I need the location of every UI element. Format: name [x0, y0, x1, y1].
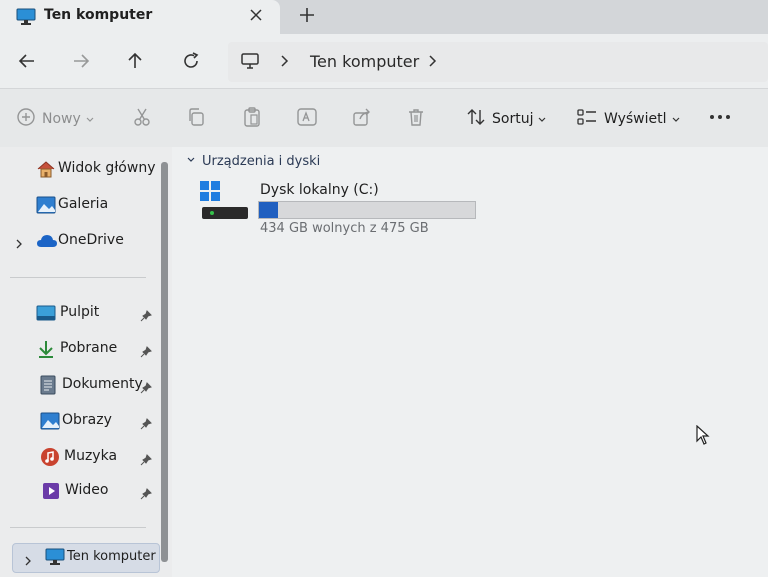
sort-arrows-icon	[466, 107, 486, 131]
desktop-icon	[36, 303, 56, 323]
sidebar-item-video[interactable]: Wideo	[0, 477, 160, 505]
drive-usage-bar	[258, 201, 476, 219]
sidebar-item-label: OneDrive	[58, 232, 124, 248]
view-list-icon	[576, 107, 598, 131]
sort-button[interactable]: Sortuj	[466, 107, 547, 131]
share-icon	[352, 107, 372, 131]
navigation-bar: Ten komputer	[0, 34, 768, 88]
monitor-icon	[240, 51, 260, 75]
pin-icon[interactable]	[140, 307, 152, 326]
copy-icon	[186, 107, 206, 131]
sidebar-item-documents[interactable]: Dokumenty	[0, 371, 160, 399]
tab-ten-komputer[interactable]: Ten komputer	[0, 0, 280, 34]
new-button[interactable]: Nowy	[16, 107, 95, 131]
share-button[interactable]	[352, 107, 372, 131]
windows-logo-icon	[200, 181, 220, 205]
sidebar-item-label: Muzyka	[64, 448, 118, 464]
mouse-cursor-icon	[696, 424, 710, 449]
sidebar-item-label: Ten komputer	[67, 549, 156, 564]
drive-item-c[interactable]: Dysk lokalny (C:) 434 GB wolnych z 475 G…	[200, 181, 520, 241]
pin-icon[interactable]	[140, 451, 152, 470]
rename-icon	[296, 107, 318, 131]
sidebar-item-label: Pulpit	[60, 304, 100, 320]
chevron-down-icon	[186, 154, 196, 169]
sidebar-item-gallery[interactable]: Galeria	[0, 191, 160, 219]
cut-button[interactable]	[132, 107, 152, 131]
chevron-down-icon	[671, 110, 681, 129]
sidebar-item-downloads[interactable]: Pobrane	[0, 335, 160, 363]
group-title: Urządzenia i dyski	[202, 154, 321, 169]
view-button-label: Wyświetl	[604, 111, 667, 127]
sort-button-label: Sortuj	[492, 111, 534, 127]
chevron-right-icon[interactable]	[14, 235, 24, 254]
sidebar-item-onedrive[interactable]: OneDrive	[0, 227, 160, 255]
breadcrumb-ten-komputer[interactable]: Ten komputer	[310, 52, 419, 71]
rename-button[interactable]	[296, 107, 318, 131]
back-arrow-icon[interactable]	[16, 50, 38, 72]
drive-free-space: 434 GB wolnych z 475 GB	[260, 221, 429, 236]
pictures-icon	[40, 411, 60, 431]
up-arrow-icon[interactable]	[124, 50, 146, 72]
more-dots-icon	[708, 107, 732, 131]
more-options-button[interactable]	[708, 107, 732, 131]
computer-icon	[45, 548, 65, 568]
forward-arrow-icon[interactable]	[70, 50, 92, 72]
new-button-label: Nowy	[42, 111, 81, 127]
trash-icon	[406, 107, 426, 131]
chevron-right-icon[interactable]	[278, 51, 292, 75]
sidebar-item-home[interactable]: Widok główny	[0, 155, 160, 183]
sidebar-item-desktop[interactable]: Pulpit	[0, 299, 160, 327]
clipboard-icon	[242, 107, 262, 131]
pin-icon[interactable]	[140, 343, 152, 362]
pin-icon[interactable]	[140, 485, 152, 504]
sidebar-scrollbar[interactable]	[161, 162, 168, 562]
sidebar-item-label: Wideo	[65, 482, 109, 498]
hard-drive-icon	[202, 207, 248, 219]
sidebar-item-label: Obrazy	[62, 412, 112, 428]
plus-circle-icon	[16, 107, 36, 131]
scissors-icon	[132, 107, 152, 131]
download-icon	[36, 339, 56, 359]
pin-icon[interactable]	[140, 379, 152, 398]
music-icon	[40, 447, 60, 467]
gallery-icon	[36, 195, 56, 215]
paste-button[interactable]	[242, 107, 262, 131]
sidebar-divider	[10, 277, 146, 278]
cloud-icon	[36, 231, 57, 251]
video-icon	[42, 481, 62, 501]
sidebar-divider	[10, 527, 146, 528]
copy-button[interactable]	[186, 107, 206, 131]
drive-usage-fill	[259, 202, 278, 218]
tab-title: Ten komputer	[44, 7, 153, 23]
chevron-down-icon	[85, 110, 95, 129]
new-tab-icon[interactable]	[296, 4, 318, 26]
title-bar: Ten komputer	[0, 0, 768, 34]
close-tab-icon[interactable]	[246, 5, 266, 25]
group-header-devices[interactable]: Urządzenia i dyski	[186, 154, 320, 169]
address-bar[interactable]: Ten komputer	[228, 42, 768, 82]
documents-icon	[40, 375, 60, 395]
delete-button[interactable]	[406, 107, 426, 131]
content-pane: Urządzenia i dyski Dysk lokalny (C:) 434…	[172, 147, 768, 577]
computer-icon	[16, 8, 36, 30]
sidebar-item-this-pc[interactable]: Ten komputer	[12, 543, 160, 573]
sidebar-item-label: Widok główny	[58, 160, 156, 176]
sidebar-item-pictures[interactable]: Obrazy	[0, 407, 160, 435]
drive-name: Dysk lokalny (C:)	[260, 182, 379, 198]
sidebar-item-label: Pobrane	[60, 340, 118, 356]
chevron-right-icon[interactable]	[23, 552, 33, 571]
refresh-icon[interactable]	[180, 50, 202, 72]
pin-icon[interactable]	[140, 415, 152, 434]
sidebar-item-music[interactable]: Muzyka	[0, 443, 160, 471]
sidebar-item-label: Dokumenty	[62, 376, 143, 392]
navigation-pane: Widok główny Galeria OneDrive Pulpit Pob…	[0, 147, 172, 577]
chevron-down-icon	[537, 110, 547, 129]
view-button[interactable]: Wyświetl	[576, 107, 681, 131]
command-bar: Nowy Sortuj Wyświetl	[0, 88, 768, 148]
home-icon	[36, 159, 56, 179]
chevron-right-icon[interactable]	[426, 51, 440, 75]
sidebar-item-label: Galeria	[58, 196, 109, 212]
